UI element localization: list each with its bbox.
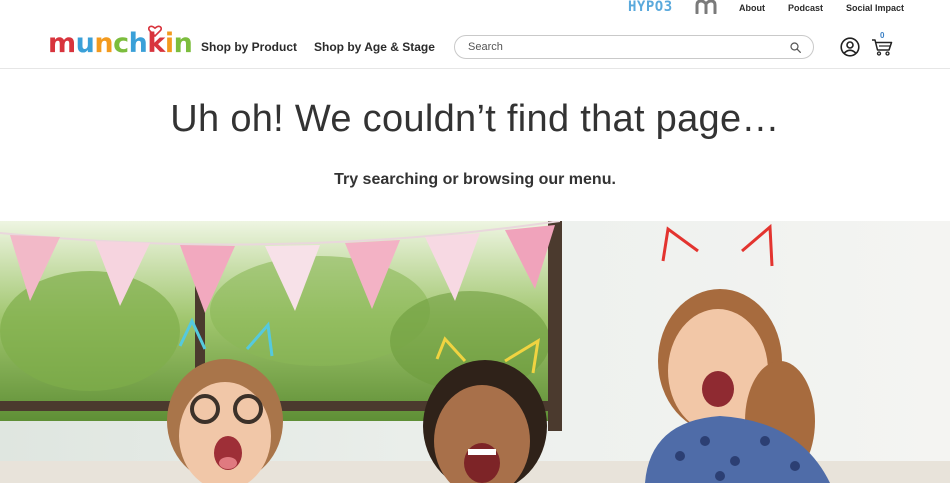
m-brand-icon[interactable] <box>695 0 717 14</box>
logo-letter: h <box>128 28 148 59</box>
logo-letter: n <box>173 28 193 59</box>
page-subtitle: Try searching or browsing our menu. <box>334 171 616 188</box>
kids-party-illustration <box>0 221 950 483</box>
page-title: Uh oh! We couldn’t find that page… <box>170 98 780 140</box>
cart-icon[interactable] <box>871 38 893 56</box>
main-header: munchkin Shop by Product Shop by Age & S… <box>0 22 950 69</box>
podcast-link[interactable]: Podcast <box>788 3 823 13</box>
hypo3-logo[interactable]: HYPO3 <box>628 0 673 15</box>
social-impact-link[interactable]: Social Impact <box>846 3 904 13</box>
about-link[interactable]: About <box>739 3 765 13</box>
logo-letter: n <box>94 28 114 59</box>
nav-shop-by-product[interactable]: Shop by Product <box>201 40 297 54</box>
munchkin-logo[interactable]: munchkin <box>48 28 193 60</box>
hero-image <box>0 221 950 483</box>
logo-letter: m <box>48 28 76 59</box>
search-icon[interactable] <box>790 42 801 53</box>
logo-heart-icon <box>148 25 162 37</box>
logo-letter: u <box>75 28 95 59</box>
search-box <box>454 35 814 59</box>
logo-letter: c <box>113 28 129 59</box>
logo-letter: i <box>164 28 174 59</box>
utility-bar: HYPO3 About Podcast Social Impact <box>0 0 950 18</box>
nav-shop-by-age-stage[interactable]: Shop by Age & Stage <box>314 40 435 54</box>
account-icon[interactable] <box>840 37 860 57</box>
search-input[interactable] <box>468 39 768 55</box>
